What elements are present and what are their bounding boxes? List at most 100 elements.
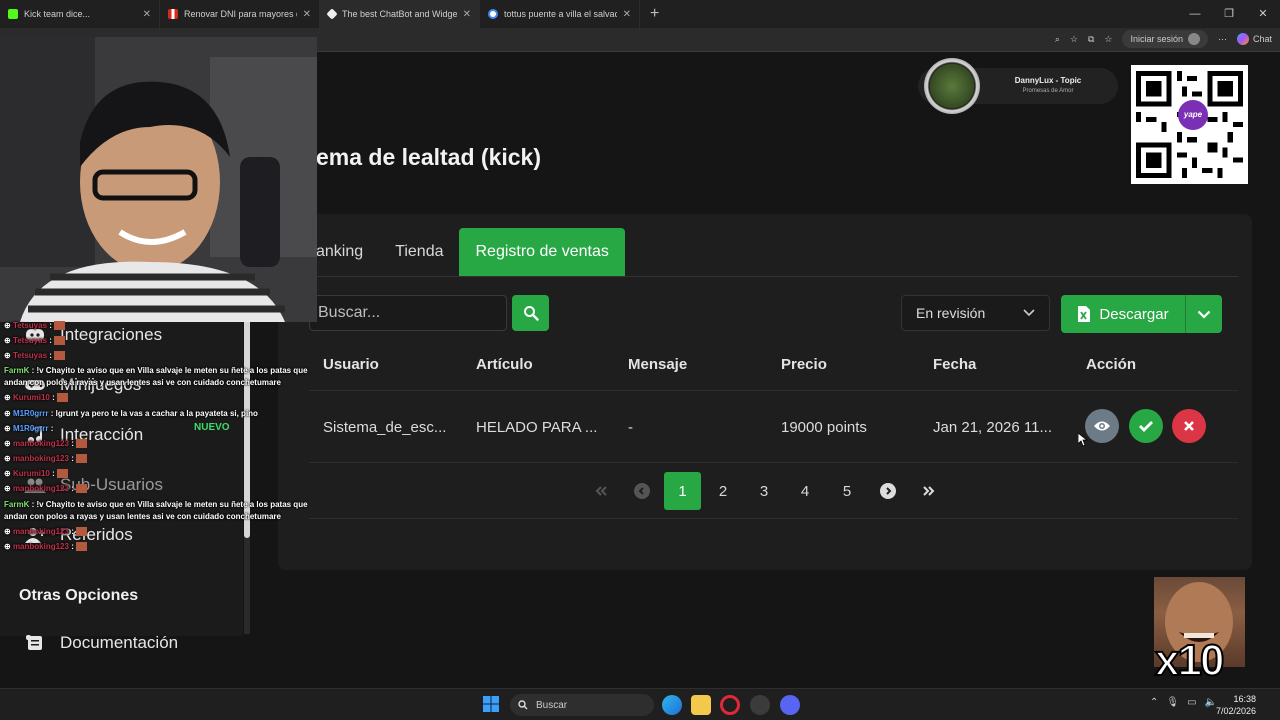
pagination-divider bbox=[309, 518, 1238, 519]
signin-label: Iniciar sesión bbox=[1130, 34, 1183, 44]
minimize-icon[interactable]: — bbox=[1178, 0, 1212, 28]
browser-tab-google[interactable]: tottus puente a villa el salvador cu ✕ bbox=[480, 0, 640, 28]
reject-button[interactable] bbox=[1172, 409, 1206, 443]
opera-icon[interactable] bbox=[720, 695, 740, 715]
file-explorer-icon[interactable] bbox=[691, 695, 711, 715]
chat-text: : bbox=[49, 321, 52, 330]
browser-tab-kick[interactable]: Kick team dice... ✕ bbox=[0, 0, 160, 28]
last-page-icon[interactable] bbox=[918, 480, 940, 502]
chat-text: : bbox=[71, 439, 74, 448]
view-button[interactable] bbox=[1085, 409, 1119, 443]
check-icon bbox=[1139, 421, 1153, 432]
chat-user: manboking123 bbox=[12, 527, 69, 536]
chat-message: ⊕ M1R0grrr : lgrunt ya pero te la vas a … bbox=[4, 409, 258, 418]
yape-logo: yape bbox=[1178, 100, 1208, 130]
collections-icon[interactable]: ☆ bbox=[1104, 34, 1112, 45]
chat-message: ⊕ manboking123 : bbox=[4, 438, 88, 449]
webcam-feed-image bbox=[0, 37, 317, 322]
chat-text: : !v Chayito te aviso que en Villa salva… bbox=[31, 500, 308, 509]
restore-icon[interactable]: ❐ bbox=[1212, 0, 1246, 28]
emote-icon bbox=[56, 393, 68, 403]
download-label: Descargar bbox=[1099, 305, 1169, 323]
approve-button[interactable] bbox=[1129, 409, 1163, 443]
extensions-icon[interactable]: ⧉ bbox=[1088, 34, 1094, 45]
close-tab-icon[interactable]: ✕ bbox=[143, 9, 151, 20]
kick-favicon-icon bbox=[8, 9, 18, 19]
chat-message: FarmK : !v Chayito te aviso que en Villa… bbox=[4, 365, 308, 376]
chat-user: Kurumi10 bbox=[12, 393, 50, 402]
x10-overlay-text: x10 bbox=[1154, 635, 1225, 686]
page-2[interactable]: 2 bbox=[712, 473, 734, 509]
taskbar-clock[interactable]: 16:38 7/02/2026 bbox=[1216, 693, 1256, 717]
favorite-star-icon[interactable]: ☆ bbox=[1070, 34, 1078, 45]
chat-text: : bbox=[49, 336, 52, 345]
col-header-fecha[interactable]: Fecha bbox=[933, 356, 976, 373]
chat-user: M1R0grrr bbox=[12, 424, 49, 433]
close-window-icon[interactable]: ✕ bbox=[1246, 0, 1280, 28]
tab-ranking[interactable]: anking bbox=[308, 228, 379, 276]
tab-registro-ventas[interactable]: Registro de ventas bbox=[459, 228, 625, 276]
music-song: Promesas de Amor bbox=[1022, 88, 1074, 94]
app-icon[interactable] bbox=[750, 695, 770, 715]
page-3[interactable]: 3 bbox=[753, 473, 775, 509]
chat-text: : bbox=[49, 351, 52, 360]
col-header-usuario[interactable]: Usuario bbox=[323, 356, 379, 373]
page-1[interactable]: 1 bbox=[664, 472, 701, 510]
microphone-icon[interactable]: 🎙 bbox=[1166, 697, 1179, 708]
peru-flag-favicon-icon bbox=[168, 9, 178, 19]
taskbar-search[interactable]: Buscar bbox=[510, 694, 654, 716]
chevron-up-icon[interactable]: ⌃ bbox=[1150, 697, 1158, 708]
windows-start-icon[interactable] bbox=[482, 695, 502, 715]
download-button[interactable]: Descargar bbox=[1061, 295, 1185, 333]
col-header-precio[interactable]: Precio bbox=[781, 356, 827, 373]
edge-browser-icon[interactable] bbox=[662, 695, 682, 715]
col-header-mensaje[interactable]: Mensaje bbox=[628, 356, 687, 373]
sidebar-item-documentacion[interactable]: Documentación bbox=[24, 633, 178, 653]
search-button[interactable] bbox=[512, 295, 549, 331]
close-tab-icon[interactable]: ✕ bbox=[623, 9, 631, 20]
more-menu-icon[interactable]: ⋯ bbox=[1218, 34, 1227, 45]
chat-user: manboking123 bbox=[12, 454, 69, 463]
page-title: ema de lealtad (kick) bbox=[316, 144, 541, 170]
sidebar-item-label: Documentación bbox=[60, 633, 179, 652]
taskbar-search-label: Buscar bbox=[536, 699, 568, 711]
col-header-articulo[interactable]: Artículo bbox=[476, 356, 533, 373]
emote-icon bbox=[54, 351, 66, 361]
chat-message: andan con polos a rayas y usan lentes as… bbox=[4, 511, 281, 522]
search-input[interactable] bbox=[309, 295, 507, 331]
browser-tab-chatbot[interactable]: The best ChatBot and Widgets for ✕ bbox=[320, 0, 480, 28]
network-icon[interactable]: ▭ bbox=[1187, 697, 1196, 708]
zoom-icon[interactable]: ⌕ bbox=[1055, 34, 1060, 45]
discord-icon[interactable] bbox=[780, 695, 800, 715]
next-page-icon[interactable] bbox=[877, 480, 899, 502]
mouse-cursor-icon bbox=[1078, 433, 1088, 447]
excel-file-icon bbox=[1078, 306, 1091, 322]
browser-tab-dni[interactable]: Renovar DNI para mayores de 17 / ✕ bbox=[160, 0, 320, 28]
emote-icon bbox=[76, 527, 88, 537]
screen: Kick team dice... ✕ Renovar DNI para may… bbox=[0, 0, 1280, 720]
page-4[interactable]: 4 bbox=[794, 473, 816, 509]
tab-label: tottus puente a villa el salvador cu bbox=[504, 9, 617, 19]
chevron-down-icon bbox=[1023, 309, 1035, 317]
close-tab-icon[interactable]: ✕ bbox=[303, 9, 311, 20]
download-options-button[interactable] bbox=[1185, 295, 1222, 333]
copilot-chat-button[interactable]: Chat bbox=[1236, 33, 1272, 45]
chat-message: FarmK : !v Chayito te aviso que en Villa… bbox=[4, 499, 308, 510]
signin-button[interactable]: Iniciar sesión bbox=[1122, 30, 1208, 48]
chat-user: manboking123 bbox=[12, 542, 69, 551]
album-disc-icon bbox=[924, 58, 980, 114]
new-tab-button[interactable]: + bbox=[640, 5, 669, 23]
chat-user: manboking123 bbox=[12, 439, 69, 448]
chat-label: Chat bbox=[1252, 34, 1272, 44]
tab-tienda[interactable]: Tienda bbox=[379, 228, 459, 276]
close-tab-icon[interactable]: ✕ bbox=[463, 9, 471, 20]
clock-time: 16:38 bbox=[1233, 694, 1256, 704]
status-filter-select[interactable]: En revisión bbox=[901, 295, 1050, 331]
google-favicon-icon bbox=[488, 9, 498, 19]
previous-page-icon[interactable] bbox=[631, 480, 653, 502]
chat-user: manboking123 bbox=[12, 484, 69, 493]
first-page-icon[interactable] bbox=[590, 480, 612, 502]
page-5[interactable]: 5 bbox=[836, 473, 858, 509]
toolbar-right: ⌕ ☆ ⧉ ☆ Iniciar sesión ⋯ Chat bbox=[1055, 30, 1272, 48]
chat-message: ⊕ manboking123 : bbox=[4, 541, 88, 552]
